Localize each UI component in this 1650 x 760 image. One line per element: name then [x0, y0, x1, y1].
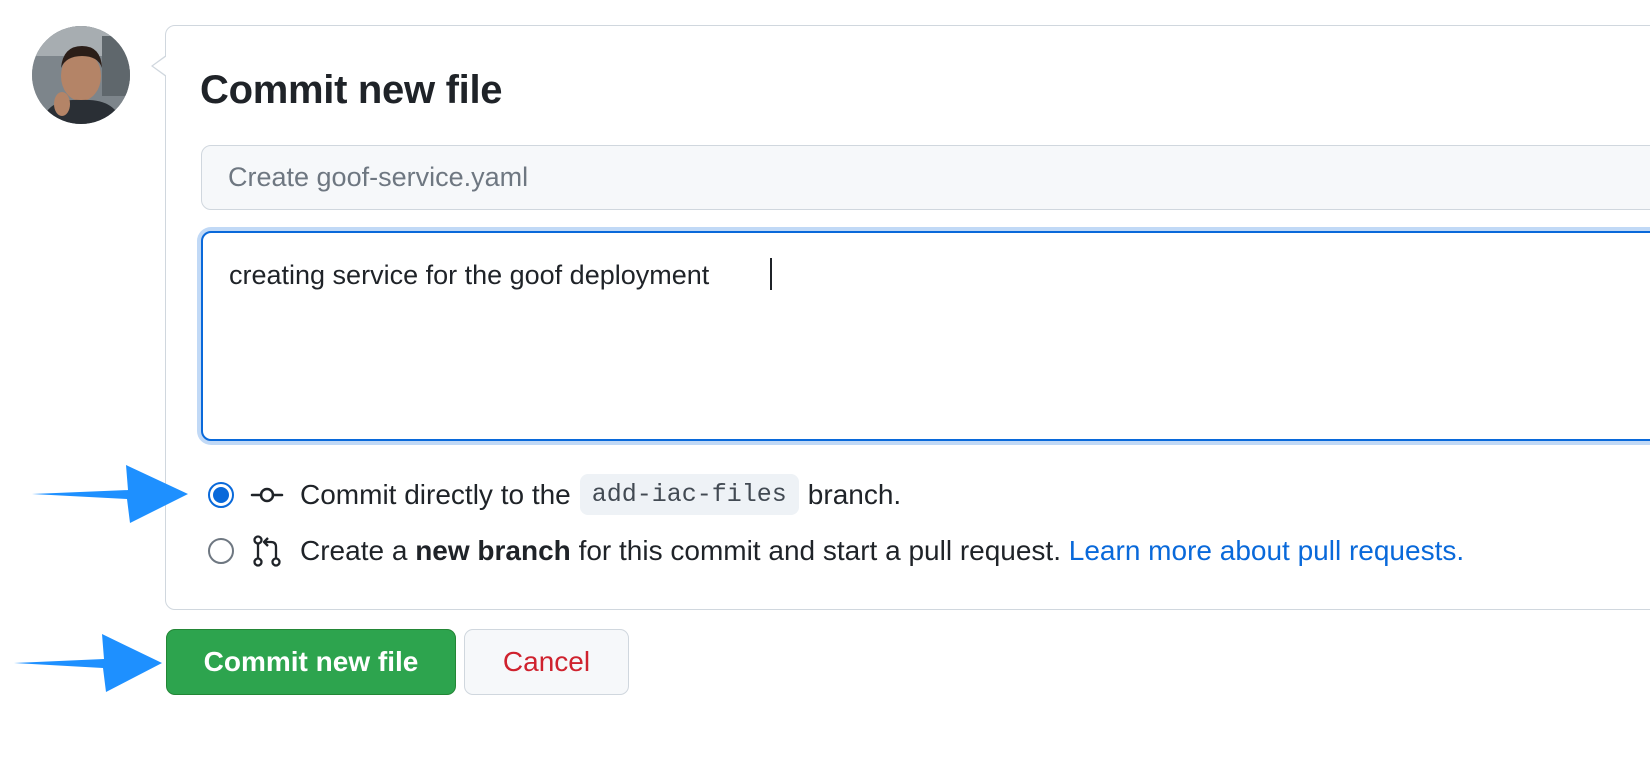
new-branch-middle: for this commit and start a pull request…	[578, 535, 1061, 566]
commit-new-file-button[interactable]: Commit new file	[166, 629, 456, 695]
learn-more-pull-requests-link[interactable]: Learn more about pull requests.	[1069, 535, 1464, 567]
new-branch-prefix: Create a	[300, 535, 408, 566]
commit-direct-option[interactable]: Commit directly to the add-iac-files bra…	[208, 474, 901, 515]
new-branch-option[interactable]: Create a new branch for this commit and …	[208, 534, 1464, 568]
commit-direct-suffix: branch.	[807, 478, 902, 510]
blue-arrow-icon	[32, 465, 188, 523]
new-branch-radio[interactable]	[208, 538, 234, 564]
commit-direct-radio[interactable]	[208, 481, 234, 508]
cancel-button[interactable]: Cancel	[464, 629, 629, 695]
commit-direct-prefix: Commit directly to the	[300, 478, 571, 510]
avatar-image	[32, 26, 130, 124]
commit-page: Commit new file creating service for the…	[0, 0, 1650, 760]
commit-description-textarea[interactable]: creating service for the goof deployment	[201, 231, 1650, 441]
blue-arrow-icon	[14, 634, 162, 692]
text-cursor	[770, 258, 772, 290]
new-branch-bold: new branch	[415, 535, 571, 566]
commit-box-caret	[153, 56, 167, 76]
git-pull-request-icon	[253, 535, 281, 567]
commit-summary-input[interactable]	[201, 145, 1650, 210]
avatar[interactable]	[32, 26, 130, 124]
git-commit-icon	[250, 487, 284, 502]
commit-title: Commit new file	[200, 68, 503, 112]
branch-name-code: add-iac-files	[579, 474, 799, 515]
